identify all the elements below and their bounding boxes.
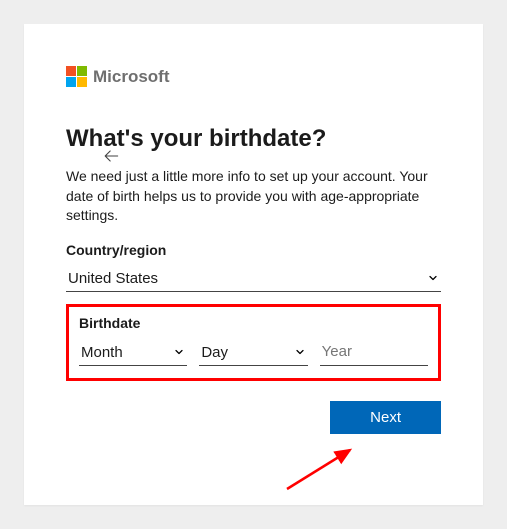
day-value: Day <box>201 344 228 361</box>
page-description: We need just a little more info to set u… <box>66 167 441 226</box>
country-value: United States <box>68 270 158 287</box>
year-input-wrapper <box>320 339 428 366</box>
year-input[interactable] <box>322 343 426 360</box>
chevron-down-icon <box>294 346 306 358</box>
brand-name: Microsoft <box>93 67 170 87</box>
birthdate-label: Birthdate <box>79 315 428 331</box>
microsoft-logo-icon <box>66 66 87 87</box>
month-select[interactable]: Month <box>79 340 187 366</box>
chevron-down-icon <box>173 346 185 358</box>
country-select[interactable]: United States <box>66 266 441 292</box>
signup-card: Microsoft What's your birthdate? We need… <box>24 24 483 505</box>
country-label: Country/region <box>66 242 441 258</box>
arrow-left-icon <box>101 146 121 166</box>
birthdate-fields: Month Day <box>79 339 428 366</box>
chevron-down-icon <box>427 272 439 284</box>
back-button[interactable] <box>101 146 121 166</box>
next-button[interactable]: Next <box>330 401 441 434</box>
day-select[interactable]: Day <box>199 340 307 366</box>
birthdate-highlight-box: Birthdate Month Day <box>66 304 441 381</box>
page-title: What's your birthdate? <box>66 125 441 153</box>
month-value: Month <box>81 344 123 361</box>
brand-row: Microsoft <box>66 66 441 87</box>
